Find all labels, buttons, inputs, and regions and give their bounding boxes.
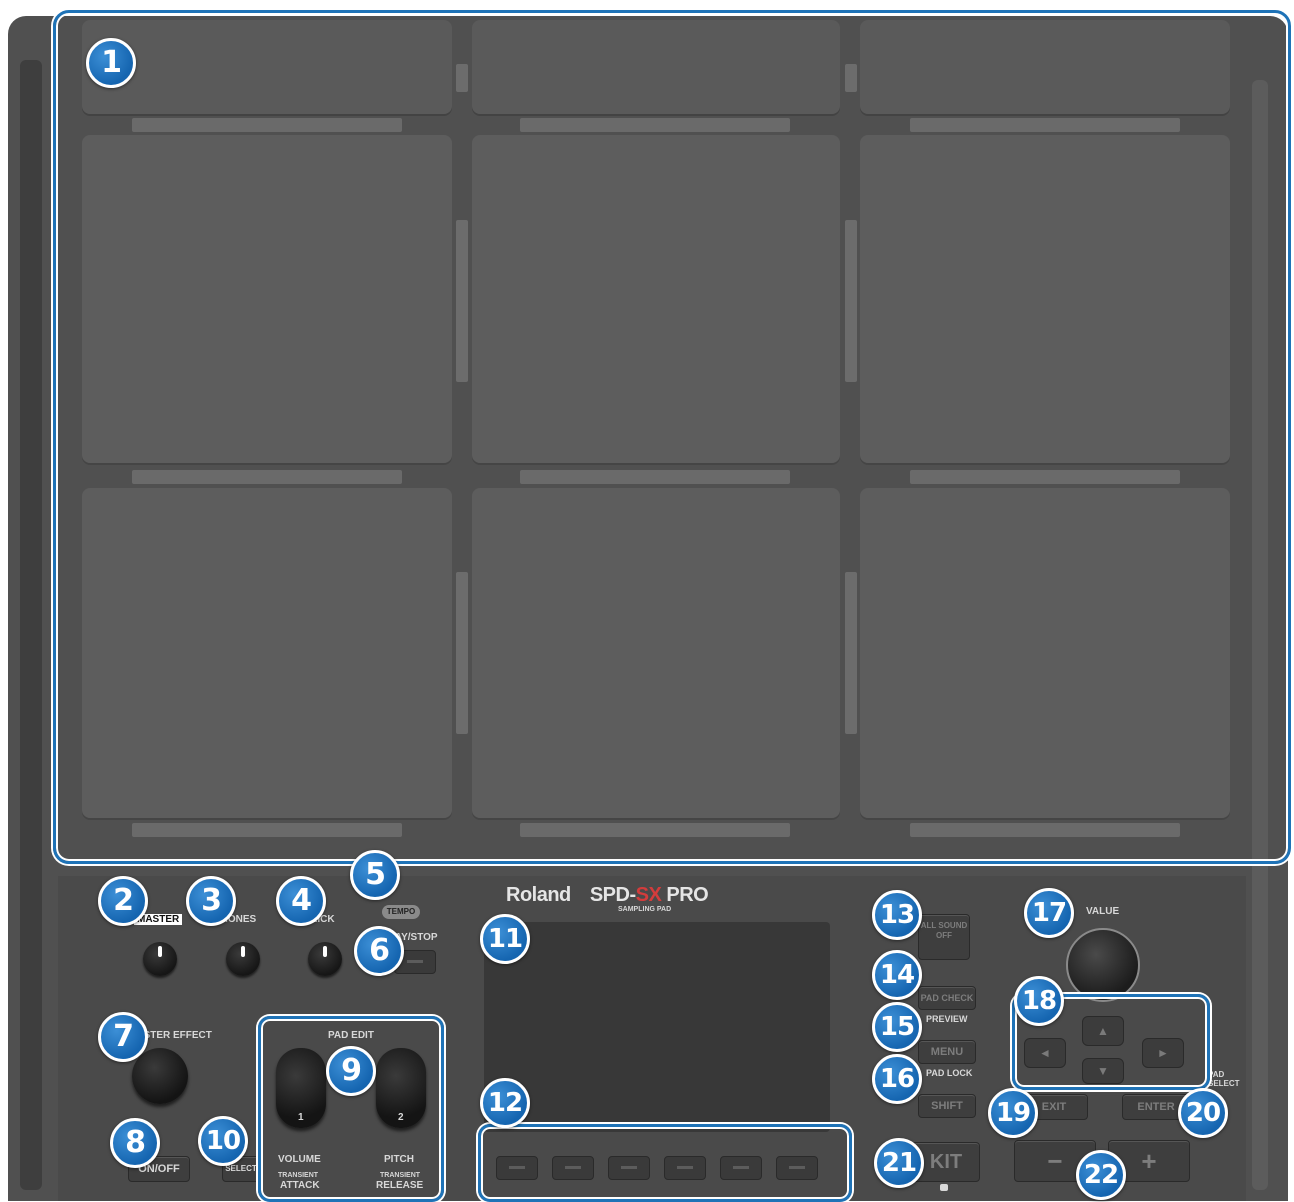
function-buttons-highlight — [478, 1124, 852, 1202]
preview-label: PREVIEW — [926, 1014, 968, 1024]
pads-highlight — [53, 10, 1291, 864]
callout-19: 19 — [988, 1088, 1038, 1138]
menu-button[interactable]: MENU — [918, 1040, 976, 1064]
callout-8: 8 — [110, 1118, 160, 1168]
callout-5: 5 — [350, 850, 400, 900]
master-volume-knob[interactable] — [143, 942, 177, 976]
callout-16: 16 — [872, 1054, 922, 1104]
brand-name: Roland — [506, 884, 571, 906]
callout-10: 10 — [198, 1116, 248, 1166]
callout-15: 15 — [872, 1002, 922, 1052]
model-name-c: PRO — [661, 884, 709, 906]
callout-17: 17 — [1024, 888, 1074, 938]
model-subtitle: SAMPLING PAD — [618, 906, 672, 913]
callout-14: 14 — [872, 950, 922, 1000]
value-dial[interactable] — [1066, 928, 1140, 1002]
left-side-rail — [20, 60, 42, 1190]
callout-12: 12 — [480, 1078, 530, 1128]
callout-7: 7 — [98, 1012, 148, 1062]
click-volume-knob[interactable] — [308, 942, 342, 976]
callout-13: 13 — [872, 890, 922, 940]
callout-2: 2 — [98, 876, 148, 926]
callout-22: 22 — [1076, 1150, 1126, 1200]
tempo-button[interactable]: TEMPO — [382, 905, 420, 919]
model-name-b: SX — [635, 884, 662, 906]
master-effect-knob[interactable] — [132, 1048, 188, 1104]
callout-3: 3 — [186, 876, 236, 926]
all-sound-off-button[interactable]: ALL SOUND OFF — [918, 914, 970, 960]
value-label: VALUE — [1086, 906, 1120, 917]
callout-1: 1 — [86, 38, 136, 88]
phones-volume-knob[interactable] — [226, 942, 260, 976]
pad-lock-label: PAD LOCK — [926, 1068, 973, 1078]
callout-11: 11 — [480, 914, 530, 964]
brand-logo: Roland SPD-SX PRO — [506, 884, 709, 907]
pad-check-button[interactable]: PAD CHECK — [918, 986, 976, 1010]
pad-select-label: PAD SELECT — [1208, 1070, 1240, 1088]
callout-6: 6 — [354, 926, 404, 976]
callout-18: 18 — [1014, 976, 1064, 1026]
callout-21: 21 — [874, 1138, 924, 1188]
pad-edit-highlight — [258, 1016, 444, 1202]
shift-button[interactable]: SHIFT — [918, 1094, 976, 1118]
callout-20: 20 — [1178, 1088, 1228, 1138]
callout-4: 4 — [276, 876, 326, 926]
model-name-a: SPD- — [589, 884, 636, 906]
callout-9: 9 — [326, 1046, 376, 1096]
lock-icon — [940, 1184, 948, 1191]
display-screen — [484, 922, 830, 1132]
